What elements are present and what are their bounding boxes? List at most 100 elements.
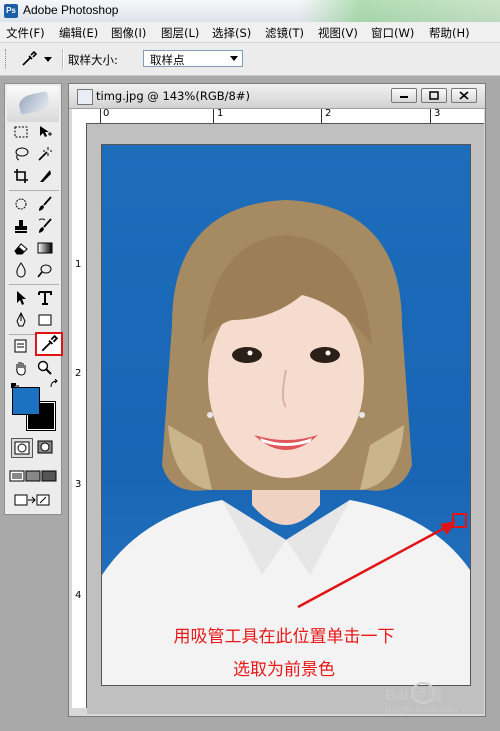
options-bar: 取样大小: 取样点 [0, 43, 500, 76]
annotation-line-2: 选取为前景色 [233, 660, 335, 680]
menu-view[interactable]: 视图(V) [318, 25, 358, 41]
document-title-bar[interactable]: timg.jpg @ 143%(RGB/8#) [69, 84, 485, 109]
eyedropper-icon [22, 50, 38, 66]
screen-mode-menu-icon [25, 470, 41, 482]
slice-icon [40, 170, 51, 182]
shape-tool[interactable] [34, 310, 56, 330]
foreground-color-swatch[interactable] [12, 387, 40, 415]
sample-size-value: 取样点 [150, 53, 185, 67]
chevron-down-icon [44, 57, 52, 62]
standard-mode-button[interactable] [11, 438, 33, 458]
menu-select[interactable]: 选择(S) [212, 25, 251, 41]
screen-mode-menu[interactable] [25, 466, 41, 486]
blur-tool[interactable] [10, 260, 32, 280]
options-bar-grip[interactable] [5, 49, 9, 69]
path-selection-tool[interactable] [10, 288, 32, 308]
dropdown-arrow-icon [230, 56, 238, 61]
pen-tool[interactable] [10, 310, 32, 330]
menu-filter[interactable]: 滤镜(T) [265, 25, 304, 41]
eyedropper-tool-highlighted[interactable] [35, 332, 63, 356]
lasso-icon [15, 147, 29, 161]
screen-mode-full[interactable] [41, 466, 57, 486]
options-separator [62, 49, 64, 69]
eraser-tool[interactable] [10, 238, 32, 258]
type-tool[interactable] [34, 288, 56, 308]
toolbox-separator [9, 284, 59, 285]
maximize-button[interactable] [421, 88, 447, 103]
healing-brush-icon [15, 198, 27, 210]
close-button[interactable] [451, 88, 477, 103]
brush-icon [39, 196, 52, 211]
ruler-tick [430, 109, 431, 123]
toolbox-separator [9, 190, 59, 191]
swap-colors-icon[interactable] [49, 378, 58, 388]
minimize-button[interactable] [391, 88, 417, 103]
move-tool[interactable] [34, 122, 56, 142]
marquee-icon [14, 126, 28, 138]
menu-file[interactable]: 文件(F) [6, 25, 45, 41]
ruler-label: 0 [103, 108, 110, 119]
hand-icon [16, 362, 26, 376]
slice-tool[interactable] [34, 166, 56, 186]
menu-image[interactable]: 图像(I) [111, 25, 146, 41]
menu-window[interactable]: 窗口(W) [371, 25, 414, 41]
maximize-icon [429, 91, 439, 100]
ruler-label: 4 [75, 590, 82, 601]
history-brush-tool[interactable] [34, 216, 56, 236]
rectangle-shape-icon [38, 314, 52, 326]
imageready-icon [14, 494, 50, 506]
document-title: timg.jpg @ 143%(RGB/8#) [96, 89, 250, 103]
photoshop-app-icon: Ps [4, 4, 18, 18]
quick-mask-icon [37, 440, 53, 454]
screen-mode-full-icon [41, 470, 57, 482]
ruler-label: 2 [325, 108, 332, 119]
ruler-label: 1 [217, 108, 224, 119]
magic-wand-tool[interactable] [34, 144, 56, 164]
ruler-origin[interactable] [72, 109, 86, 123]
title-bar: Ps Adobe Photoshop [0, 0, 500, 23]
annotation-line-1: 用吸管工具在此位置单击一下 [173, 627, 395, 647]
ruler-tick [321, 109, 322, 123]
sample-size-select[interactable]: 取样点 [143, 50, 243, 67]
watermark-text: Bai 经验 [385, 687, 443, 704]
vertical-ruler[interactable]: 1 2 3 4 [72, 123, 87, 708]
brush-tool[interactable] [34, 194, 56, 214]
toolbox-panel [4, 83, 63, 515]
gradient-tool[interactable] [34, 238, 56, 258]
dodge-tool[interactable] [34, 260, 56, 280]
notes-tool[interactable] [10, 336, 32, 356]
quick-mask-button[interactable] [35, 438, 55, 456]
photoshop-feather-icon [17, 91, 51, 115]
title-bar-background-blur [300, 0, 500, 22]
zoom-tool[interactable] [34, 358, 56, 378]
menu-bar: 文件(F) 编辑(E) 图像(I) 图层(L) 选择(S) 滤镜(T) 视图(V… [0, 22, 500, 43]
type-icon [38, 291, 52, 305]
ruler-tick [100, 109, 101, 123]
screen-mode-standard[interactable] [9, 466, 25, 486]
hand-tool[interactable] [10, 358, 32, 378]
marquee-tool[interactable] [10, 122, 32, 142]
jump-to-imageready-button[interactable] [11, 490, 55, 510]
close-icon [459, 91, 469, 100]
sample-size-label: 取样大小: [68, 53, 118, 67]
pen-icon [16, 312, 26, 327]
toolbox-header[interactable] [7, 86, 59, 122]
menu-layer[interactable]: 图层(L) [161, 25, 199, 41]
horizontal-ruler[interactable]: 0 1 2 3 [86, 108, 484, 124]
standard-mode-icon [14, 441, 30, 455]
tool-preset-picker[interactable] [18, 49, 56, 69]
crop-tool[interactable] [10, 166, 32, 186]
healing-brush-tool[interactable] [10, 194, 32, 214]
watermark-subtext: jingyan.baidu.com [385, 704, 458, 714]
portrait-photo[interactable] [101, 144, 471, 686]
menu-edit[interactable]: 编辑(E) [59, 25, 98, 41]
document-icon [77, 89, 93, 105]
magic-wand-icon [38, 147, 52, 161]
screen-mode-icon [9, 470, 25, 482]
clone-stamp-tool[interactable] [10, 216, 32, 236]
ruler-label: 3 [434, 108, 441, 119]
blur-drop-icon [16, 262, 26, 278]
baidu-jingyan-watermark: Bai 经验 jingyan.baidu.com [385, 678, 485, 718]
lasso-tool[interactable] [10, 144, 32, 164]
menu-help[interactable]: 帮助(H) [429, 25, 470, 41]
